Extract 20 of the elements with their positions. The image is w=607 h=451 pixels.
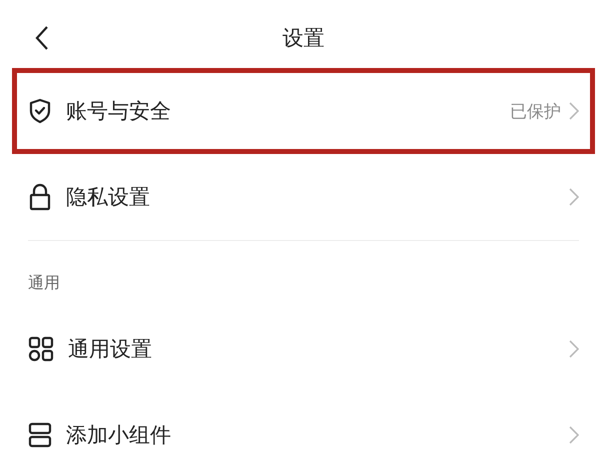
row-status: 已保护 bbox=[510, 100, 561, 122]
chevron-right-icon bbox=[569, 340, 579, 358]
section-label: 通用 bbox=[27, 272, 61, 294]
chevron-right-icon bbox=[569, 426, 579, 444]
grid-icon bbox=[28, 336, 54, 362]
chevron-left-icon bbox=[35, 25, 49, 51]
settings-row[interactable]: 通用设置 bbox=[12, 306, 595, 392]
highlighted-settings-row[interactable]: 账号与安全 已保护 bbox=[12, 68, 595, 154]
lock-icon bbox=[28, 183, 52, 211]
chevron-right-icon bbox=[569, 188, 579, 206]
row-label: 隐私设置 bbox=[66, 184, 151, 211]
widget-icon bbox=[28, 422, 52, 448]
settings-row[interactable]: 添加小组件 bbox=[12, 392, 595, 451]
settings-row[interactable]: 隐私设置 bbox=[12, 154, 595, 240]
shield-check-icon bbox=[28, 98, 52, 124]
row-label: 添加小组件 bbox=[66, 422, 172, 449]
chevron-right-icon bbox=[569, 102, 579, 120]
row-label: 通用设置 bbox=[68, 336, 153, 363]
page-title: 设置 bbox=[282, 25, 324, 52]
row-label: 账号与安全 bbox=[66, 98, 172, 125]
